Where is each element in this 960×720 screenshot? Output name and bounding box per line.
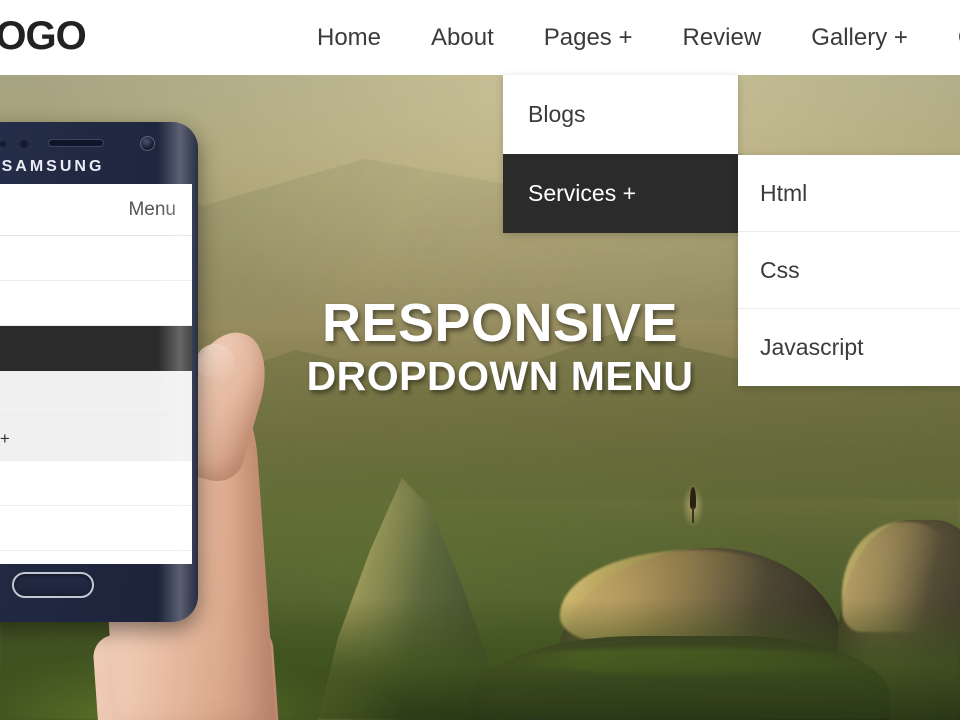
hero-headline: RESPONSIVE DROPDOWN MENU	[300, 293, 700, 402]
mobile-menu-item-gallery[interactable]: Gallery +	[0, 506, 192, 551]
main-navigation: Home About Pages + Review Gallery + Cont…	[292, 0, 960, 75]
submenu-item-javascript[interactable]: Javascript	[738, 309, 960, 386]
site-logo[interactable]: LOGO	[0, 14, 87, 59]
phone-top-bezel: SAMSUNG	[0, 122, 198, 184]
top-navigation-bar: LOGO Home About Pages + Review Gallery +…	[0, 0, 960, 75]
mobile-site-header: LOGO Menu	[0, 184, 192, 236]
mobile-menu-item-contact[interactable]: Contact	[0, 551, 192, 564]
hiker-figure-icon	[689, 487, 697, 523]
phone-brand-label: SAMSUNG	[1, 158, 105, 175]
mobile-menu-item-services[interactable]: Services +	[0, 416, 192, 461]
dropdown-item-services[interactable]: Services +	[503, 154, 738, 233]
mobile-menu-item-home[interactable]: Home	[0, 236, 192, 281]
light-sensor-icon	[0, 141, 6, 147]
mobile-menu-toggle[interactable]: Menu	[128, 199, 176, 221]
mobile-menu-item-blogs[interactable]: Blogs	[0, 371, 192, 416]
hero-headline-line1: RESPONSIVE	[321, 293, 679, 353]
nav-item-review[interactable]: Review	[657, 0, 786, 75]
phone-bottom-bezel	[0, 564, 198, 622]
earpiece-speaker-icon	[48, 139, 104, 147]
submenu-item-css[interactable]: Css	[738, 232, 960, 309]
nav-item-about[interactable]: About	[406, 0, 519, 75]
mobile-menu-item-review[interactable]: Review	[0, 461, 192, 506]
nav-item-pages[interactable]: Pages +	[519, 0, 658, 75]
mobile-menu-item-pages[interactable]: Pages +	[0, 326, 192, 371]
services-submenu: Html Css Javascript	[738, 155, 960, 386]
led-indicator-icon	[20, 140, 28, 148]
mobile-menu-item-about[interactable]: About	[0, 281, 192, 326]
dropdown-item-blogs[interactable]: Blogs	[503, 75, 738, 154]
front-camera-icon	[140, 136, 155, 151]
submenu-item-html[interactable]: Html	[738, 155, 960, 232]
nav-item-contact[interactable]: Contact	[933, 0, 960, 75]
nav-item-gallery[interactable]: Gallery +	[786, 0, 933, 75]
nav-item-home[interactable]: Home	[292, 0, 406, 75]
samsung-phone-mockup: SAMSUNG LOGO Menu Home About Pages + Blo…	[0, 122, 198, 622]
pages-dropdown-menu: Blogs Services +	[503, 75, 738, 233]
phone-screen: LOGO Menu Home About Pages + Blogs Servi…	[0, 184, 192, 564]
home-button[interactable]	[12, 572, 94, 598]
hero-headline-line2: DROPDOWN MENU	[306, 353, 694, 400]
